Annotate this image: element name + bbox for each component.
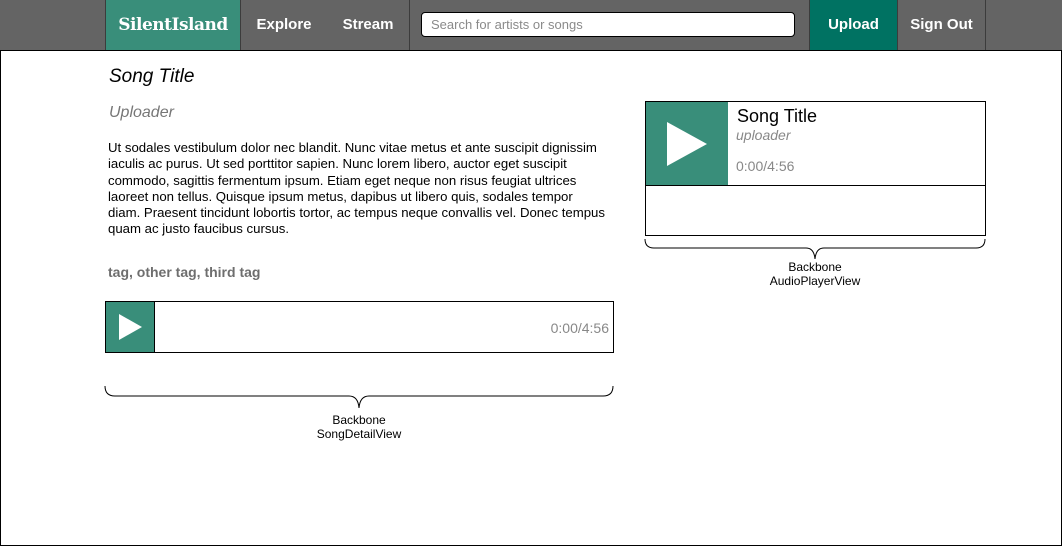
audio-player-time: 0:00/4:56 bbox=[736, 158, 795, 174]
play-button[interactable] bbox=[106, 302, 155, 352]
audio-player-view-annotation: Backbone AudioPlayerView bbox=[755, 260, 875, 288]
play-icon bbox=[667, 122, 707, 166]
nav-explore-link[interactable]: Explore bbox=[241, 0, 327, 50]
song-uploader[interactable]: Uploader bbox=[109, 104, 174, 122]
audio-player: Song Title uploader 0:00/4:56 bbox=[645, 101, 986, 236]
song-detail-player: 0:00/4:56 bbox=[105, 301, 614, 353]
nav-divider bbox=[409, 0, 410, 50]
logo[interactable]: SilentIsland bbox=[106, 0, 240, 50]
nav-stream-link[interactable]: Stream bbox=[327, 0, 409, 50]
sign-out-button[interactable]: Sign Out bbox=[898, 0, 985, 50]
annotation-line: Backbone bbox=[332, 413, 386, 427]
song-detail-view-brace bbox=[104, 385, 614, 409]
upload-button[interactable]: Upload bbox=[810, 0, 897, 50]
search-input[interactable] bbox=[421, 12, 795, 37]
play-icon bbox=[119, 314, 142, 340]
annotation-line: Backbone bbox=[788, 260, 842, 274]
player-time: 0:00/4:56 bbox=[550, 320, 609, 336]
song-description: Ut sodales vestibulum dolor nec blandit.… bbox=[108, 140, 605, 237]
top-navbar: SilentIsland Explore Stream Upload Sign … bbox=[0, 0, 1062, 51]
song-detail-view-annotation: Backbone SongDetailView bbox=[299, 413, 419, 441]
annotation-line: AudioPlayerView bbox=[769, 274, 861, 288]
audio-player-view-brace bbox=[644, 238, 986, 260]
song-title: Song Title bbox=[109, 66, 195, 87]
nav-divider bbox=[985, 0, 986, 50]
annotation-line: SongDetailView bbox=[316, 427, 402, 441]
audio-player-play-button[interactable] bbox=[646, 102, 728, 185]
audio-player-uploader[interactable]: uploader bbox=[736, 127, 791, 143]
audio-player-header: Song Title uploader 0:00/4:56 bbox=[646, 102, 985, 186]
audio-player-title[interactable]: Song Title bbox=[737, 106, 817, 127]
song-tags[interactable]: tag, other tag, third tag bbox=[108, 264, 260, 280]
